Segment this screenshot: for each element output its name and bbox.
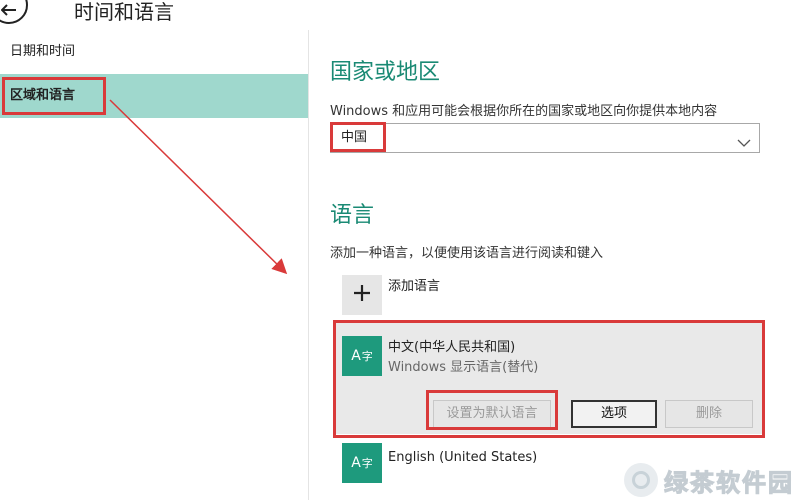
header: 时间和语言 (0, 0, 800, 30)
language-icon: A字 (342, 443, 382, 483)
language-item-english[interactable]: English (United States) (388, 450, 537, 465)
page-title: 时间和语言 (74, 0, 174, 24)
options-button[interactable]: 选项 (571, 400, 657, 428)
main-content: 国家或地区 Windows 和应用可能会根据你所在的国家或地区向你提供本地内容 … (330, 30, 800, 500)
country-select-value: 中国 (341, 130, 368, 145)
watermark-logo-icon (624, 463, 658, 497)
add-language-label[interactable]: 添加语言 (388, 275, 440, 294)
back-button[interactable] (0, 0, 28, 24)
sidebar-item-region-language[interactable]: 区域和语言 (0, 74, 308, 118)
language-section-title: 语言 (330, 203, 375, 228)
sidebar-item-date-time[interactable]: 日期和时间 (0, 30, 308, 74)
watermark: 绿茶软件园 (614, 460, 794, 500)
back-arrow-icon (1, 4, 17, 16)
language-icon: A字 (342, 336, 382, 376)
add-language-button[interactable] (342, 275, 382, 315)
sidebar: 日期和时间 区域和语言 (0, 30, 308, 500)
language-description: 添加一种语言，以便使用该语言进行阅读和键入 (330, 246, 604, 261)
region-description: Windows 和应用可能会根据你所在的国家或地区向你提供本地内容 (330, 104, 718, 119)
region-section-title: 国家或地区 (330, 60, 441, 85)
remove-language-button[interactable]: 删除 (665, 400, 753, 428)
language-subtitle: Windows 显示语言(替代) (388, 360, 539, 375)
plus-icon (353, 284, 371, 306)
language-item-chinese[interactable]: A字 中文(中华人民共和国) Windows 显示语言(替代) 设置为默认语言 … (335, 322, 765, 434)
watermark-text: 绿茶软件园 (664, 468, 794, 497)
set-default-language-button[interactable]: 设置为默认语言 (433, 400, 551, 428)
sidebar-divider (308, 30, 309, 500)
country-select[interactable]: 中国 (330, 123, 760, 153)
language-name: 中文(中华人民共和国) (388, 340, 516, 355)
chevron-down-icon (737, 133, 751, 152)
